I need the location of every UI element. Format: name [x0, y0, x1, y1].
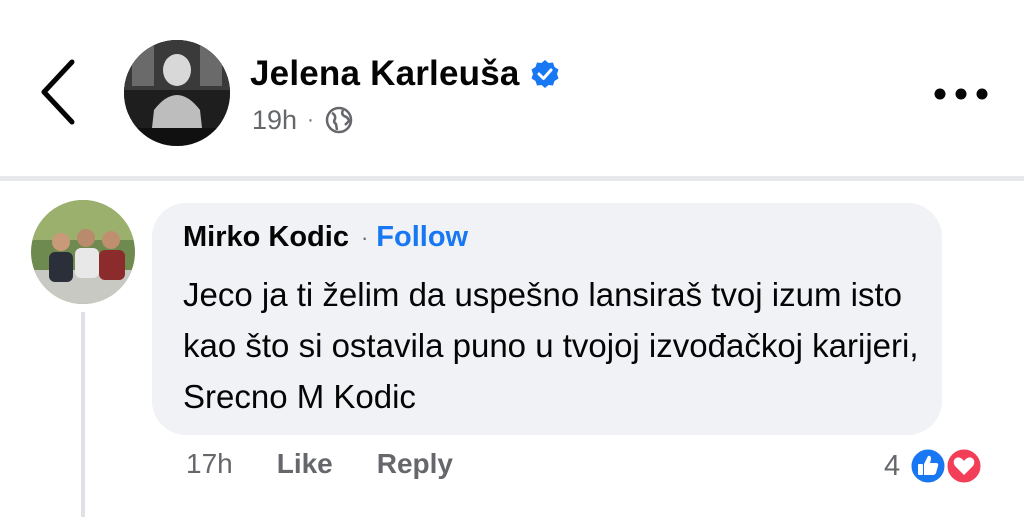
like-button[interactable]: Like	[277, 448, 333, 480]
poster-name-row: Jelena Karleuša	[250, 50, 560, 98]
love-reaction-icon	[944, 446, 984, 486]
post-time[interactable]: 19h	[252, 105, 297, 136]
chevron-left-icon[interactable]	[28, 52, 88, 132]
comment-bubble: Mirko Kodic · Follow Jeco ja ti želim da…	[152, 203, 942, 435]
thread-line	[81, 312, 85, 517]
reactions-summary[interactable]: 4	[884, 444, 994, 488]
post-meta: 19h ·	[252, 100, 354, 140]
meta-separator: ·	[307, 108, 314, 131]
commenter-row: Mirko Kodic · Follow	[183, 221, 468, 254]
avatar-photo	[124, 40, 230, 146]
verified-badge-icon	[531, 60, 559, 88]
comment-time[interactable]: 17h	[186, 448, 233, 480]
more-horizontal-icon[interactable]	[926, 76, 996, 112]
reaction-count: 4	[884, 449, 901, 482]
commenter-avatar-photo	[31, 200, 135, 304]
poster-name[interactable]: Jelena Karleuša	[250, 54, 520, 94]
reply-button[interactable]: Reply	[377, 448, 453, 480]
globe-icon	[325, 106, 352, 134]
comment-text: Jeco ja ti želim da uspešno lansiraš tvo…	[183, 276, 919, 415]
comment-actions: 17h Like Reply	[186, 448, 453, 480]
commenter-name[interactable]: Mirko Kodic	[183, 221, 349, 254]
avatar[interactable]	[124, 40, 230, 146]
commenter-avatar[interactable]	[31, 200, 135, 304]
reaction-icons	[908, 444, 994, 488]
like-reaction-icon	[908, 446, 948, 486]
follow-button[interactable]: Follow	[376, 221, 468, 254]
follow-separator: ·	[360, 224, 369, 250]
section-divider	[0, 176, 1024, 181]
post-header: Jelena Karleuša 19h ·	[0, 0, 1024, 176]
